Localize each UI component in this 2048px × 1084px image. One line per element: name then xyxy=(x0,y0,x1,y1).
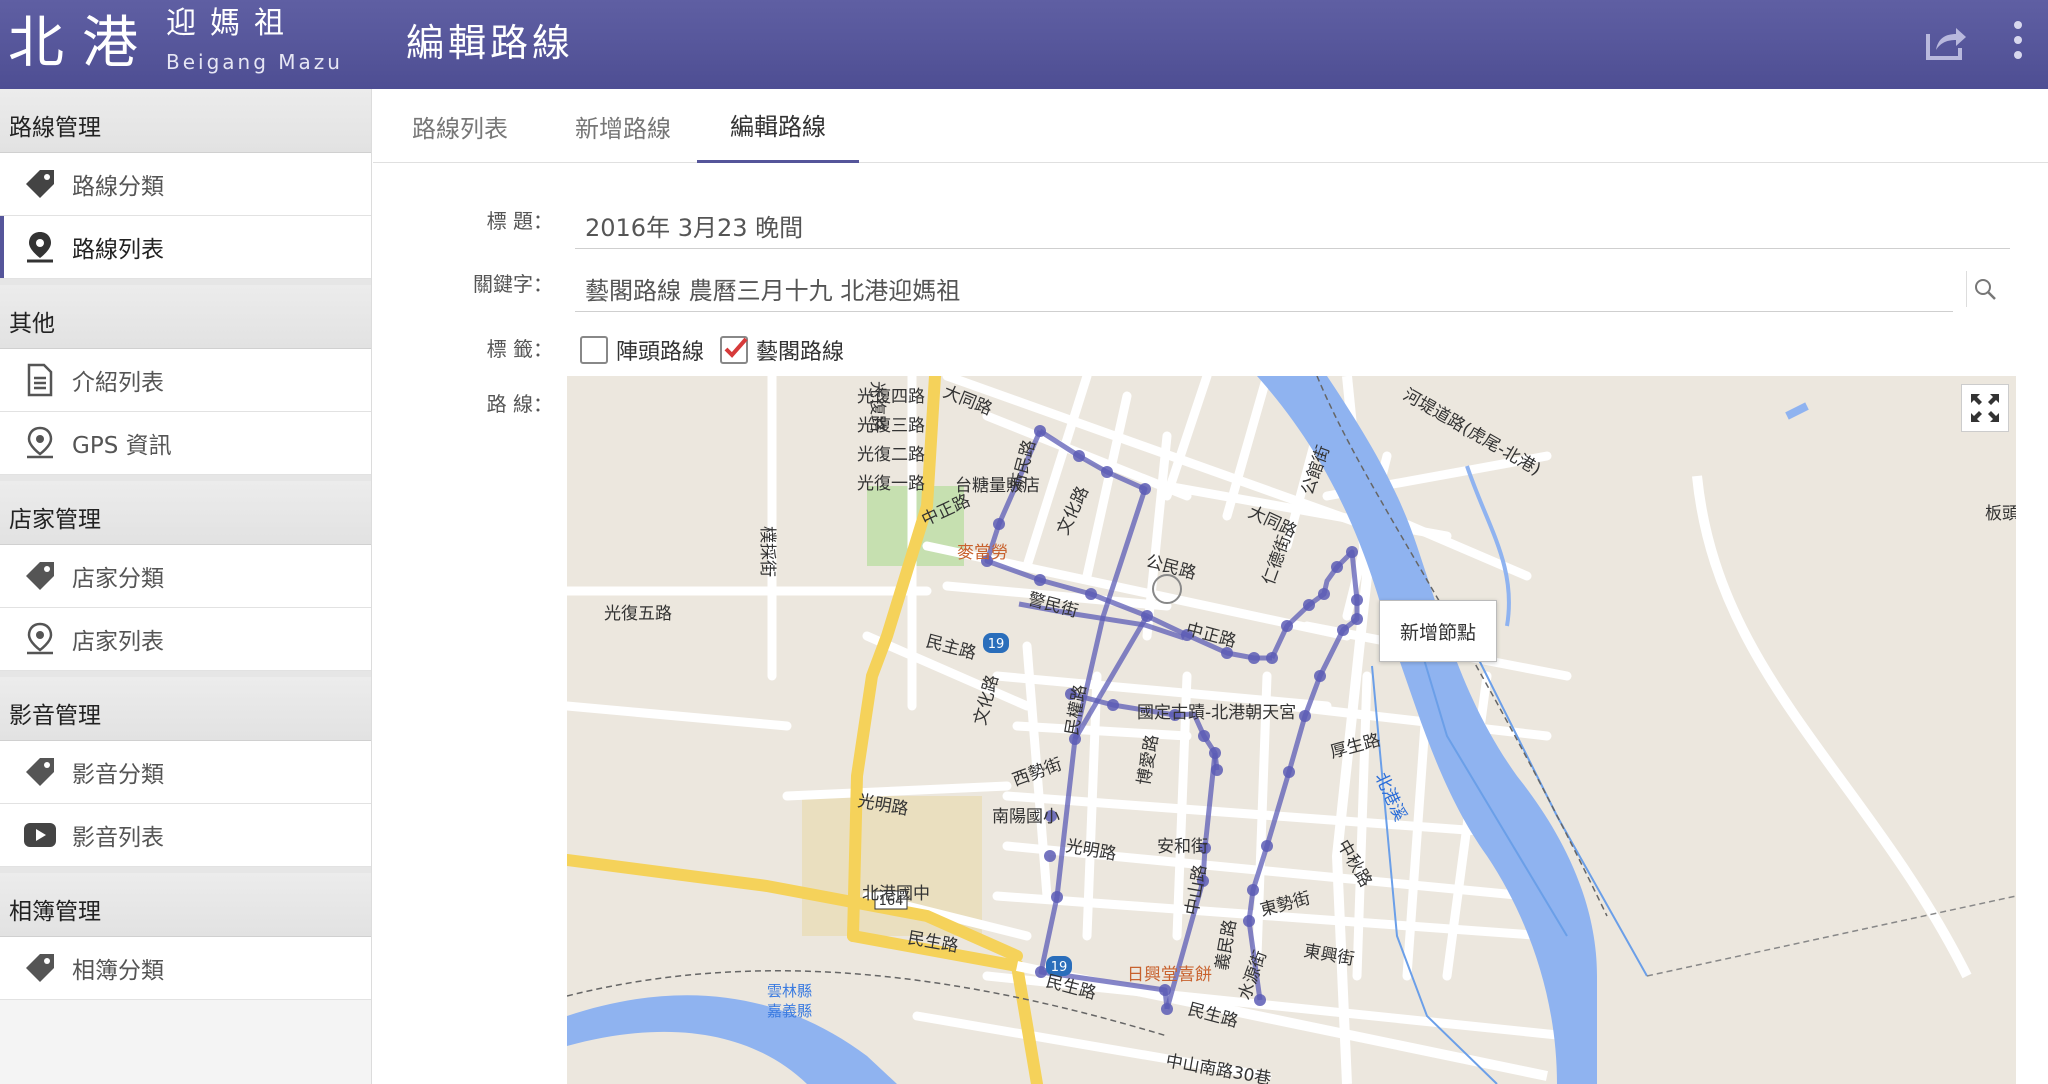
sidebar-item-label: 路線分類 xyxy=(72,174,164,200)
svg-text:水源街: 水源街 xyxy=(1235,948,1271,1003)
fullscreen-icon xyxy=(1971,394,1999,422)
sidebar-item-label: 店家列表 xyxy=(72,629,164,655)
svg-text:光復一路: 光復一路 xyxy=(857,474,925,494)
svg-text:麥當勞: 麥當勞 xyxy=(957,543,1008,563)
add-node-popup[interactable]: 新增節點 xyxy=(1379,600,1497,662)
sidebar-item-label: GPS 資訊 xyxy=(72,433,172,459)
sidebar-item-album-category[interactable]: 相簿分類 xyxy=(0,937,371,1000)
sidebar-item-route-category[interactable]: 路線分類 xyxy=(0,153,371,216)
checkbox-label: 藝閣路線 xyxy=(756,340,845,365)
svg-text:中山南路30巷: 中山南路30巷 xyxy=(1164,1051,1272,1084)
sidebar-item-store-list[interactable]: 店家列表 xyxy=(0,608,371,671)
sidebar-item-label: 影音列表 xyxy=(72,825,164,851)
svg-text:國定古蹟-北港朝天宮: 國定古蹟-北港朝天宮 xyxy=(1137,703,1296,723)
svg-text:光復路: 光復路 xyxy=(867,381,887,432)
svg-text:光復二路: 光復二路 xyxy=(857,445,925,465)
page-title: 編輯路線 xyxy=(406,21,575,65)
svg-text:日興堂喜餅: 日興堂喜餅 xyxy=(1127,965,1212,985)
sidebar-item-label: 相簿分類 xyxy=(72,958,164,984)
sidebar-section-media: 影音管理 xyxy=(0,677,371,741)
sidebar-item-label: 介紹列表 xyxy=(72,370,164,396)
map-fullscreen-button[interactable] xyxy=(1961,384,2009,432)
keyword-input[interactable] xyxy=(575,266,1953,312)
svg-text:安和街: 安和街 xyxy=(1157,837,1208,857)
tags-label: 標 籤： xyxy=(486,337,553,361)
keyword-search-button[interactable] xyxy=(1966,271,2002,307)
map-pin-icon xyxy=(22,229,58,265)
svg-text:光明路: 光明路 xyxy=(1064,836,1118,865)
youtube-icon xyxy=(22,817,58,853)
svg-text:東興街: 東興街 xyxy=(1302,941,1356,970)
tab-bar: 路線列表 新增路線 編輯路線 xyxy=(373,89,2048,163)
sidebar-item-route-list[interactable]: 路線列表 xyxy=(0,216,371,279)
tag-icon xyxy=(22,558,58,594)
sidebar-item-media-list[interactable]: 影音列表 xyxy=(0,804,371,867)
checkbox-box[interactable] xyxy=(580,336,608,364)
svg-text:光復五路: 光復五路 xyxy=(604,604,672,624)
sidebar-item-media-category[interactable]: 影音分類 xyxy=(0,741,371,804)
check-icon xyxy=(724,337,748,358)
sidebar-item-store-category[interactable]: 店家分類 xyxy=(0,545,371,608)
svg-text:博愛路: 博愛路 xyxy=(1134,733,1163,787)
share-icon xyxy=(1926,28,1966,60)
sidebar: 路線管理 路線分類 路線列表 其他 介紹列表 GPS 資訊 店家管理 店家分類 … xyxy=(0,89,372,1084)
document-icon xyxy=(22,362,58,398)
sidebar-item-label: 路線列表 xyxy=(72,237,164,263)
more-menu-button[interactable] xyxy=(2006,18,2030,62)
sidebar-section-store: 店家管理 xyxy=(0,481,371,545)
title-label: 標 題： xyxy=(486,209,553,233)
svg-text:雲林縣: 雲林縣 xyxy=(767,982,812,1000)
svg-text:厚生路: 厚生路 xyxy=(1328,730,1382,763)
svg-text:民主路: 民主路 xyxy=(924,632,978,665)
svg-text:嘉義縣: 嘉義縣 xyxy=(767,1002,812,1020)
tag-checkbox-procession[interactable]: 陣頭路線 xyxy=(580,334,704,366)
sidebar-item-label: 影音分類 xyxy=(72,762,164,788)
keyword-label: 關鍵字： xyxy=(473,272,553,296)
sidebar-item-intro-list[interactable]: 介紹列表 xyxy=(0,349,371,412)
tag-icon xyxy=(22,950,58,986)
logo-sub-chinese: 迎媽祖 xyxy=(166,6,298,41)
svg-text:19: 19 xyxy=(988,637,1005,652)
logo-sub-english: Beigang Mazu xyxy=(166,50,343,74)
svg-text:文化路: 文化路 xyxy=(1053,483,1093,538)
sidebar-section-route: 路線管理 xyxy=(0,89,371,153)
checkbox-label: 陣頭路線 xyxy=(616,340,705,365)
tab-route-list[interactable]: 路線列表 xyxy=(390,89,530,163)
route-map[interactable]: 19 19 164 光復四路 光復三路 光復二路 光復一路 光復五路 大同路 河… xyxy=(567,376,2016,1084)
map-pin-icon xyxy=(22,621,58,657)
map-canvas[interactable]: 19 19 164 光復四路 光復三路 光復二路 光復一路 光復五路 大同路 河… xyxy=(567,376,2016,1084)
logo-main: 北港 xyxy=(8,11,156,76)
svg-text:義民路: 義民路 xyxy=(1212,918,1241,972)
svg-text:北港溪: 北港溪 xyxy=(1370,770,1410,825)
svg-text:南陽國小: 南陽國小 xyxy=(992,807,1060,827)
sidebar-section-other: 其他 xyxy=(0,285,371,349)
svg-text:北港國中: 北港國中 xyxy=(862,884,930,904)
svg-text:樸採街: 樸採街 xyxy=(757,526,777,577)
tab-edit-route[interactable]: 編輯路線 xyxy=(697,89,859,163)
more-vert-icon xyxy=(2014,21,2022,59)
sidebar-section-album: 相簿管理 xyxy=(0,873,371,937)
tag-icon xyxy=(22,754,58,790)
map-pin-icon xyxy=(22,425,58,461)
checkbox-box[interactable] xyxy=(720,336,748,364)
tab-new-route[interactable]: 新增路線 xyxy=(553,89,693,163)
search-icon xyxy=(1974,279,1996,300)
tag-checkbox-float[interactable]: 藝閣路線 xyxy=(720,334,844,366)
route-label: 路 線： xyxy=(486,392,553,416)
title-input[interactable] xyxy=(575,203,2010,249)
app-header: 北港 迎媽祖 Beigang Mazu 編輯路線 xyxy=(0,0,2048,89)
share-button[interactable] xyxy=(1924,22,1968,62)
tag-icon xyxy=(22,166,58,202)
sidebar-item-label: 店家分類 xyxy=(72,566,164,592)
sidebar-item-gps-info[interactable]: GPS 資訊 xyxy=(0,412,371,475)
svg-text:板頭: 板頭 xyxy=(1985,504,2016,524)
svg-text:仁德街: 仁德街 xyxy=(1259,533,1295,588)
